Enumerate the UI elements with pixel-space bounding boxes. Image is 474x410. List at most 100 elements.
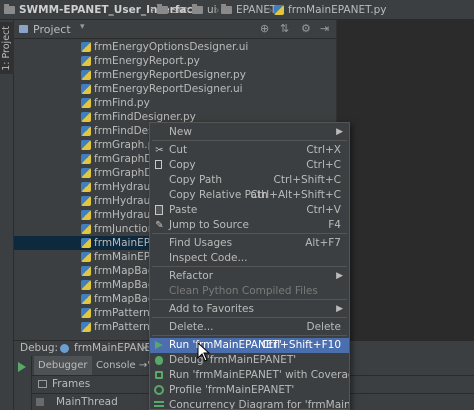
debug-bug-icon (155, 356, 163, 365)
menu-item-label: Copy (169, 159, 196, 171)
menu-item-shortcut: Ctrl+Shift+F10 (261, 339, 341, 351)
menu-item-label: New (169, 126, 192, 138)
menu-item-refactor[interactable]: Refactor ▶ (150, 269, 349, 284)
resume-icon[interactable] (18, 362, 26, 372)
project-tool-tab-label: 1: Project (1, 26, 12, 71)
menu-item-shortcut: Ctrl+V (306, 204, 341, 216)
menu-item-delete[interactable]: Delete... Delete (150, 320, 349, 335)
menu-separator (152, 317, 347, 318)
menu-item-label: Add to Favorites (169, 303, 254, 315)
menu-item-cut[interactable]: ✂ Cut Ctrl+X (150, 143, 349, 158)
menu-item-copy-path[interactable]: Copy Path Ctrl+Shift+C (150, 173, 349, 188)
python-file-icon (81, 70, 91, 80)
project-panel-title[interactable]: Project (33, 23, 71, 36)
menu-separator (152, 299, 347, 300)
menu-item-run-frmmainepanet-with-coverage[interactable]: Run 'frmMainEPANET' with Coverage (150, 368, 349, 383)
python-file-icon (274, 5, 284, 15)
editor-area[interactable] (336, 20, 474, 340)
breadcrumb-ui[interactable]: ui (192, 3, 217, 17)
navigation-bar: SWMM-EPANET_User_Interface › src › ui › … (0, 0, 474, 20)
tree-item[interactable]: frmEnergyReportDesigner.ui (14, 82, 336, 96)
tree-item[interactable]: frmEnergyReportDesigner.py (14, 68, 336, 82)
project-tool-tab[interactable]: 1: Project (0, 22, 14, 74)
paste-icon (155, 205, 163, 215)
python-file-icon (81, 238, 91, 248)
menu-item-label: Concurrency Diagram for 'frmMainEPANET' (169, 399, 349, 410)
python-file-icon (81, 224, 91, 234)
menu-item-copy[interactable]: Copy Ctrl+C (150, 158, 349, 173)
python-file-icon (81, 252, 91, 262)
breadcrumb-file[interactable]: frmMainEPANET.py (274, 3, 386, 17)
locate-icon[interactable]: ⊕ (260, 22, 269, 35)
menu-item-add-to-favorites[interactable]: Add to Favorites ▶ (150, 302, 349, 317)
menu-item-shortcut: Ctrl+Shift+C (273, 174, 341, 186)
menu-item-concurrency-diagram-for-frmmainepanet[interactable]: Concurrency Diagram for 'frmMainEPANET' (150, 398, 349, 410)
project-panel-header: Project ▾ ⊕ ⇅ ⚙ ⇥ (14, 20, 336, 39)
project-icon (19, 25, 28, 33)
menu-item-label: Refactor (169, 270, 214, 282)
folder-icon (157, 4, 168, 14)
hide-icon[interactable]: ⇥ (320, 22, 329, 35)
menu-item-jump-to-source[interactable]: ✎ Jump to Source F4 (150, 218, 349, 233)
menu-separator (152, 233, 347, 234)
menu-item-profile-frmmainepanet[interactable]: Profile 'frmMainEPANET' (150, 383, 349, 398)
breadcrumb-separator: › (185, 3, 190, 17)
menu-item-clean-python-compiled-files: Clean Python Compiled Files (150, 284, 349, 299)
gear-icon[interactable]: ⚙ (301, 22, 311, 35)
python-file-icon (81, 56, 91, 66)
frames-label: Frames (52, 378, 91, 390)
python-file-icon (81, 322, 91, 332)
menu-item-shortcut: Delete (306, 321, 342, 333)
menu-item-copy-relative-path[interactable]: Copy Relative Path Ctrl+Alt+Shift+C (150, 188, 349, 203)
breadcrumb-separator: › (150, 3, 155, 17)
profile-icon (154, 385, 164, 395)
folder-icon (221, 4, 232, 14)
menu-item-new[interactable]: New ▶ (150, 125, 349, 140)
folder-icon (4, 4, 15, 14)
python-run-icon (60, 344, 69, 353)
collapse-icon[interactable]: ⇅ (280, 22, 289, 35)
menu-item-inspect-code[interactable]: Inspect Code... (150, 251, 349, 266)
menu-item-shortcut: F4 (328, 219, 341, 231)
tree-item-label: frmEnergyReportDesigner.py (94, 69, 246, 81)
tab-console[interactable]: Console →" (96, 356, 152, 375)
python-file-icon (81, 112, 91, 122)
menu-item-label: Delete... (169, 321, 214, 333)
menu-item-shortcut: Alt+F7 (305, 237, 341, 249)
menu-item-label: Inspect Code... (169, 252, 248, 264)
python-file-icon (81, 308, 91, 318)
pencil-icon: ✎ (155, 220, 164, 231)
python-file-icon (81, 182, 91, 192)
menu-item-label: Copy Path (169, 174, 223, 186)
tree-item-label: frmFind.py (94, 97, 150, 109)
tree-item[interactable]: frmEnergyReport.py (14, 54, 336, 68)
debug-label: Debug: (20, 342, 59, 354)
menu-item-shortcut: Ctrl+C (306, 159, 341, 171)
close-icon[interactable]: × (140, 341, 149, 354)
breadcrumb-separator: › (268, 3, 273, 17)
menu-item-run-frmmainepanet[interactable]: Run 'frmMainEPANET' Ctrl+Shift+F10 (150, 338, 349, 353)
menu-item-label: Profile 'frmMainEPANET' (169, 384, 295, 396)
menu-item-debug-frmmainepanet[interactable]: Debug 'frmMainEPANET' (150, 353, 349, 368)
python-file-icon (81, 140, 91, 150)
menu-separator (152, 140, 347, 141)
tree-item[interactable]: frmFind.py (14, 96, 336, 110)
tab-debugger[interactable]: Debugger (34, 356, 92, 375)
tree-item-label: frmEnergyOptionsDesigner.ui (94, 41, 249, 53)
python-file-icon (81, 154, 91, 164)
breadcrumb-src[interactable]: src (157, 3, 187, 17)
menu-item-label: Run 'frmMainEPANET' with Coverage (169, 369, 350, 381)
chevron-right-icon: ▶ (336, 304, 343, 314)
menu-item-label: Find Usages (169, 237, 233, 249)
thread-label: MainThread (56, 396, 118, 408)
concurrency-icon (154, 401, 164, 409)
python-file-icon (81, 126, 91, 136)
tree-item-label: frmEnergyReport.py (94, 55, 200, 67)
breadcrumb-separator: › (215, 3, 220, 17)
chevron-down-icon[interactable]: ▾ (80, 22, 85, 32)
python-file-icon (81, 280, 91, 290)
chevron-right-icon: ▶ (336, 271, 343, 281)
menu-item-find-usages[interactable]: Find Usages Alt+F7 (150, 236, 349, 251)
menu-item-paste[interactable]: Paste Ctrl+V (150, 203, 349, 218)
tree-item[interactable]: frmEnergyOptionsDesigner.ui (14, 40, 336, 54)
